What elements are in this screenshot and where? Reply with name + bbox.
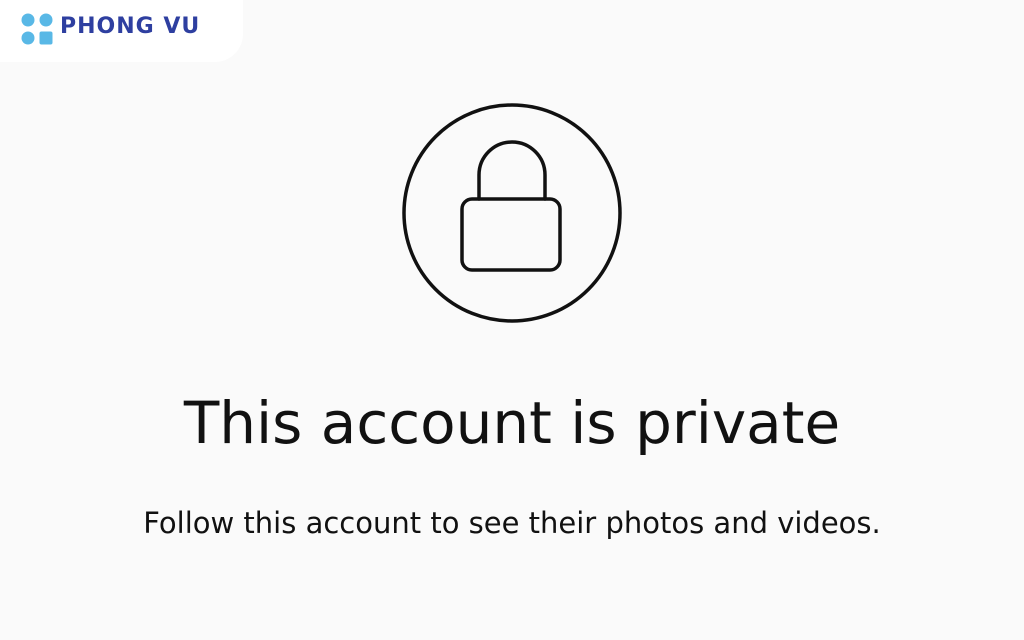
private-account-screen: PHONG VU This account is private Follow …: [0, 0, 1024, 640]
lock-icon: [402, 103, 622, 323]
lock-badge: [400, 101, 624, 325]
phong-vu-logo-icon: [21, 13, 53, 45]
private-subtitle: Follow this account to see their photos …: [143, 506, 881, 540]
brand-name: PHONG VU: [60, 14, 201, 39]
brand-watermark: PHONG VU: [0, 0, 243, 62]
private-title: This account is private: [183, 389, 841, 457]
